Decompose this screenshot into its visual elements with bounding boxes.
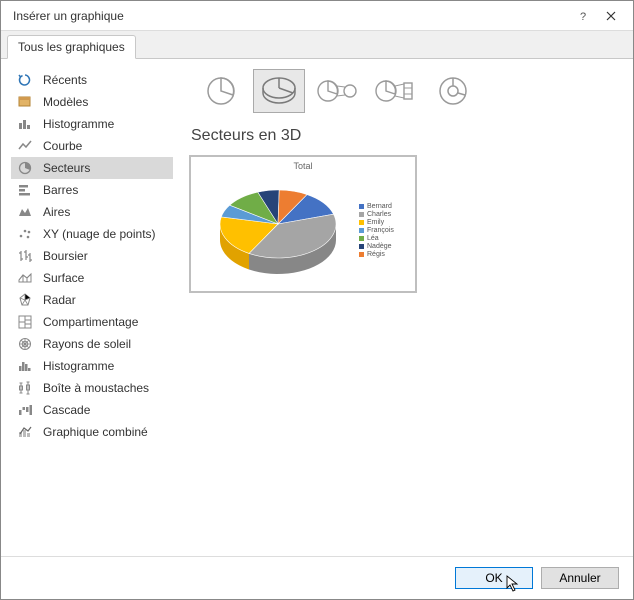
stock-chart-icon — [17, 248, 33, 264]
sidebar-item-label: Récents — [43, 73, 87, 87]
sidebar-item-line-chart[interactable]: Courbe — [11, 135, 173, 157]
dialog-title: Insérer un graphique — [13, 9, 569, 23]
legend-swatch — [359, 236, 364, 241]
sidebar-item-radar-chart[interactable]: Radar — [11, 289, 173, 311]
column-chart-icon — [17, 116, 33, 132]
legend-label: Emily — [367, 219, 384, 226]
help-button[interactable]: ? — [569, 4, 597, 28]
boxplot-icon — [17, 380, 33, 396]
sidebar-item-label: Surface — [43, 271, 84, 285]
sidebar-item-column-chart[interactable]: Histogramme — [11, 113, 173, 135]
legend-swatch — [359, 212, 364, 217]
help-icon: ? — [577, 10, 589, 22]
chart-subtype-row — [195, 69, 621, 113]
chart-subtype-title: Secteurs en 3D — [191, 127, 621, 145]
legend-swatch — [359, 204, 364, 209]
template-icon — [17, 94, 33, 110]
subtype-pie-of-pie[interactable] — [311, 69, 363, 113]
legend-item: Bernard — [359, 203, 409, 210]
sidebar-item-boxplot[interactable]: Boîte à moustaches — [11, 377, 173, 399]
legend-item: François — [359, 227, 409, 234]
legend-item: Régis — [359, 251, 409, 258]
sidebar-item-label: Cascade — [43, 403, 90, 417]
insert-chart-dialog: Insérer un graphique ? Tous les graphiqu… — [0, 0, 634, 600]
sidebar-item-label: Boursier — [43, 249, 88, 263]
subtype-pie[interactable] — [195, 69, 247, 113]
legend-item: Charles — [359, 211, 409, 218]
scatter-chart-icon — [17, 226, 33, 242]
svg-text:?: ? — [580, 11, 586, 22]
sidebar-item-label: Histogramme — [43, 117, 114, 131]
close-button[interactable] — [597, 4, 625, 28]
legend-item: Emily — [359, 219, 409, 226]
area-chart-icon — [17, 204, 33, 220]
sidebar-item-label: Graphique combiné — [43, 425, 148, 439]
sidebar-item-label: XY (nuage de points) — [43, 227, 156, 241]
chart-preview-title: Total — [197, 161, 409, 171]
pie-chart-graphic — [197, 178, 359, 283]
chart-legend: BernardCharlesEmilyFrançoisLéaNadègeRégi… — [359, 202, 409, 259]
sidebar-item-area-chart[interactable]: Aires — [11, 201, 173, 223]
sidebar-item-label: Modèles — [43, 95, 88, 109]
legend-label: Bernard — [367, 203, 392, 210]
bar-chart-icon — [17, 182, 33, 198]
sidebar-item-template[interactable]: Modèles — [11, 91, 173, 113]
legend-swatch — [359, 228, 364, 233]
sidebar-item-label: Secteurs — [43, 161, 90, 175]
legend-label: Nadège — [367, 243, 392, 250]
recent-icon — [17, 72, 33, 88]
legend-label: Charles — [367, 211, 391, 218]
dialog-footer: OK Annuler — [1, 556, 633, 599]
tab-strip: Tous les graphiques — [1, 31, 633, 59]
chart-preview[interactable]: Total BernardCharlesEmilyFrançoisLéaNadè… — [189, 155, 417, 293]
sidebar-item-label: Compartimentage — [43, 315, 138, 329]
legend-label: Léa — [367, 235, 379, 242]
tab-all-charts[interactable]: Tous les graphiques — [7, 35, 136, 59]
histogram-icon — [17, 358, 33, 374]
sidebar-item-stock-chart[interactable]: Boursier — [11, 245, 173, 267]
sidebar-item-surface-chart[interactable]: Surface — [11, 267, 173, 289]
legend-item: Nadège — [359, 243, 409, 250]
sidebar-item-label: Courbe — [43, 139, 82, 153]
legend-label: Régis — [367, 251, 385, 258]
legend-item: Léa — [359, 235, 409, 242]
sidebar-item-label: Barres — [43, 183, 78, 197]
surface-chart-icon — [17, 270, 33, 286]
sidebar-item-label: Boîte à moustaches — [43, 381, 149, 395]
legend-label: François — [367, 227, 394, 234]
sidebar-item-label: Aires — [43, 205, 70, 219]
sidebar-item-sunburst[interactable]: Rayons de soleil — [11, 333, 173, 355]
radar-chart-icon — [17, 292, 33, 308]
subtype-pie-3d[interactable] — [253, 69, 305, 113]
waterfall-icon — [17, 402, 33, 418]
cancel-button[interactable]: Annuler — [541, 567, 619, 589]
legend-swatch — [359, 252, 364, 257]
subtype-bar-of-pie[interactable] — [369, 69, 421, 113]
legend-swatch — [359, 220, 364, 225]
chart-category-sidebar: Récents Modèles Histogramme Courbe Secteurs B… — [1, 59, 177, 556]
sidebar-item-scatter-chart[interactable]: XY (nuage de points) — [11, 223, 173, 245]
chart-main-panel: Secteurs en 3D Total BernardCharlesEmily… — [177, 59, 633, 556]
titlebar: Insérer un graphique ? — [1, 1, 633, 31]
close-icon — [606, 11, 616, 21]
sidebar-item-histogram[interactable]: Histogramme — [11, 355, 173, 377]
sunburst-icon — [17, 336, 33, 352]
combo-chart-icon — [17, 424, 33, 440]
sidebar-item-bar-chart[interactable]: Barres — [11, 179, 173, 201]
sidebar-item-label: Histogramme — [43, 359, 114, 373]
sidebar-item-waterfall[interactable]: Cascade — [11, 399, 173, 421]
line-chart-icon — [17, 138, 33, 154]
subtype-doughnut[interactable] — [427, 69, 479, 113]
sidebar-item-combo-chart[interactable]: Graphique combiné — [11, 421, 173, 443]
treemap-icon — [17, 314, 33, 330]
sidebar-item-recent[interactable]: Récents — [11, 69, 173, 91]
ok-button[interactable]: OK — [455, 567, 533, 589]
sidebar-item-label: Rayons de soleil — [43, 337, 131, 351]
sidebar-item-label: Radar — [43, 293, 76, 307]
sidebar-item-treemap[interactable]: Compartimentage — [11, 311, 173, 333]
sidebar-item-pie-chart[interactable]: Secteurs — [11, 157, 173, 179]
pie-chart-icon — [17, 160, 33, 176]
legend-swatch — [359, 244, 364, 249]
